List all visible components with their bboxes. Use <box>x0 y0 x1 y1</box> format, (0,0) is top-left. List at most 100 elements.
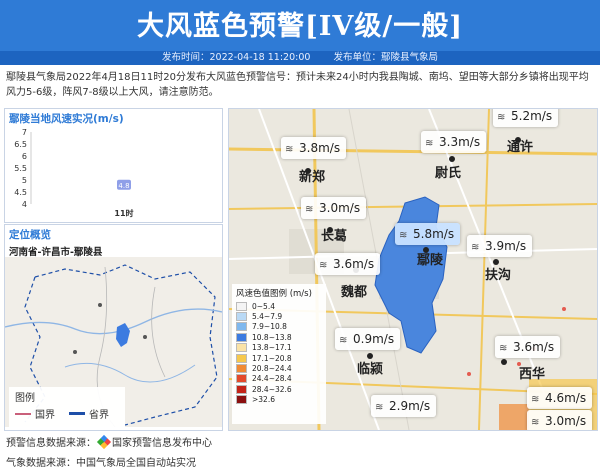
x-tick-label: 11时 <box>114 208 133 218</box>
wind-icon: ≋ <box>285 144 294 155</box>
wind-icon: ≋ <box>499 343 508 354</box>
legend-label: 17.1~20.8 <box>252 353 292 363</box>
source1-value: 国家预警信息发布中心 <box>112 438 212 449</box>
city-weishi[interactable]: 尉氏 <box>435 162 461 181</box>
legend-label: 7.9~10.8 <box>252 322 287 332</box>
legend-label: >32.6 <box>252 395 275 405</box>
wind-value: 3.3m/s <box>439 135 481 149</box>
wind-value: 5.8m/s <box>413 227 455 241</box>
legend-swatch <box>236 353 247 363</box>
legend-swatch <box>236 374 247 384</box>
wind-reading[interactable]: ≋ 4.6m/s <box>527 387 593 409</box>
wind-legend-item: 24.4~28.4 <box>232 374 326 384</box>
wind-reading[interactable]: ≋ 3.6m/s <box>315 253 381 275</box>
legend-swatch <box>236 322 247 332</box>
footer-source1: 预警信息数据来源： 国家预警信息发布中心 <box>6 434 212 450</box>
wind-data-label: 4.8 <box>118 182 129 190</box>
location-title: 定位概览 <box>9 229 51 241</box>
legend-swatch <box>236 332 247 342</box>
wind-value: 3.0m/s <box>545 414 587 428</box>
wind-reading[interactable]: ≋ 0.9m/s <box>335 328 401 350</box>
wind-value: 3.8m/s <box>299 141 341 155</box>
city-xinzheng[interactable]: 新郑 <box>299 166 325 185</box>
wind-icon: ≋ <box>497 112 506 123</box>
wind-reading[interactable]: ≋ 3.0m/s <box>301 197 367 219</box>
y-tick-label: 4 <box>22 200 27 209</box>
wind-legend-item: 5.4~7.9 <box>232 311 326 322</box>
y-tick-label: 6.5 <box>14 140 27 149</box>
wind-reading[interactable]: ≋ 3.6m/s <box>495 336 561 358</box>
province-line-swatch <box>69 412 85 415</box>
wind-legend-item: 20.8~24.4 <box>232 363 326 374</box>
city-linying[interactable]: 临颍 <box>357 358 383 377</box>
wind-legend-item: 0~5.4 <box>232 301 326 311</box>
legend-province-border: 省界 <box>89 410 109 421</box>
wind-color-legend: 风速色值图例 (m/s) 0~5.4 5.4~7.9 7.9~10.8 10.8~13… <box>232 284 326 424</box>
legend-label: 0~5.4 <box>252 301 275 311</box>
y-tick-label: 6 <box>22 152 27 161</box>
wind-value: 2.9m/s <box>389 399 431 413</box>
legend-swatch <box>236 343 247 353</box>
wind-value: 5.2m/s <box>511 109 553 123</box>
legend-national-border: 国界 <box>35 410 55 421</box>
legend-label: 28.4~32.6 <box>252 384 292 394</box>
wind-reading[interactable]: ≋ 3.3m/s <box>421 131 487 153</box>
border-line-swatch <box>15 412 31 415</box>
wind-icon: ≋ <box>375 402 384 413</box>
city-changge[interactable]: 长葛 <box>321 225 347 244</box>
wind-reading-local[interactable]: ≋ 5.8m/s <box>395 223 461 245</box>
y-tick-label: 5.5 <box>14 164 27 173</box>
wind-value: 3.6m/s <box>513 340 555 354</box>
warning-center-icon <box>96 434 112 450</box>
wind-legend-title: 风速色值图例 (m/s) <box>236 289 312 299</box>
wind-value: 0.9m/s <box>353 332 395 346</box>
city-tongxu[interactable]: 通许 <box>507 136 533 155</box>
warning-description: 鄢陵县气象局2022年4月18日11时20分发布大风蓝色预警信号：预计未来24小… <box>6 72 589 98</box>
wind-reading[interactable]: ≋ 3.0m/s <box>527 410 593 430</box>
legend-swatch <box>236 364 247 374</box>
wind-reading[interactable]: ≋ 3.8m/s <box>281 137 347 159</box>
y-tick-label: 4.5 <box>14 188 27 197</box>
wind-icon: ≋ <box>531 394 540 405</box>
legend-label: 5.4~7.9 <box>252 312 283 322</box>
wind-reading[interactable]: ≋ 2.9m/s <box>371 395 437 417</box>
city-fugou[interactable]: 扶沟 <box>485 264 511 283</box>
overview-legend-title: 图例 <box>15 393 35 404</box>
wind-icon: ≋ <box>425 138 434 149</box>
wind-map[interactable]: 新郑 尉氏 通许 长葛 鄢陵 扶沟 魏都 临颍 西华 ≋ 5.2m/s ≋ 3.8m… <box>228 108 598 431</box>
footer-source2: 气象数据来源：中国气象局全国自动站实况 <box>6 458 196 469</box>
location-panel: 定位概览 河南省-许昌市-鄢陵县 图例 国界 省界 <box>4 224 223 431</box>
publish-unit: 发布单位：鄢陵县气象局 <box>333 52 438 63</box>
wind-reading[interactable]: ≋ 3.9m/s <box>467 235 533 257</box>
wind-icon: ≋ <box>305 204 314 215</box>
wind-icon: ≋ <box>531 417 540 428</box>
legend-swatch <box>236 384 247 394</box>
overview-legend: 图例 国界 省界 <box>9 387 125 429</box>
warning-meta: 发布时间：2022-04-18 11:20:00 发布单位：鄢陵县气象局 <box>0 51 600 65</box>
wind-legend-item: 13.8~17.1 <box>232 343 326 353</box>
legend-label: 13.8~17.1 <box>252 343 292 353</box>
y-tick-label: 7 <box>22 128 27 137</box>
wind-value: 4.6m/s <box>545 391 587 405</box>
city-yanling[interactable]: 鄢陵 <box>417 249 443 268</box>
wind-icon: ≋ <box>399 230 408 241</box>
overview-legend-row: 国界 省界 <box>9 406 125 421</box>
source1-label: 预警信息数据来源： <box>6 438 96 449</box>
legend-swatch <box>236 301 247 311</box>
y-tick-label: 5 <box>22 176 27 185</box>
wind-legend-item: 7.9~10.8 <box>232 322 326 332</box>
location-subtitle: 河南省-许昌市-鄢陵县 <box>9 247 103 258</box>
warning-title: 大风蓝色预警[IV级/一般] <box>137 11 463 42</box>
wind-value: 3.9m/s <box>485 239 527 253</box>
legend-swatch <box>236 312 247 322</box>
city-weidu[interactable]: 魏都 <box>341 281 367 300</box>
city-xihua[interactable]: 西华 <box>519 363 545 382</box>
wind-reading[interactable]: ≋ 5.2m/s <box>493 109 559 127</box>
legend-swatch <box>236 395 247 405</box>
legend-label: 20.8~24.4 <box>252 364 292 374</box>
wind-icon: ≋ <box>471 242 480 253</box>
wind-legend-item: 17.1~20.8 <box>232 353 326 363</box>
legend-label: 10.8~13.8 <box>252 332 292 342</box>
publish-time: 发布时间：2022-04-18 11:20:00 <box>162 52 311 63</box>
wind-legend-items: 0~5.4 5.4~7.9 7.9~10.8 10.8~13.8 13.8~17.1 17… <box>232 301 326 405</box>
